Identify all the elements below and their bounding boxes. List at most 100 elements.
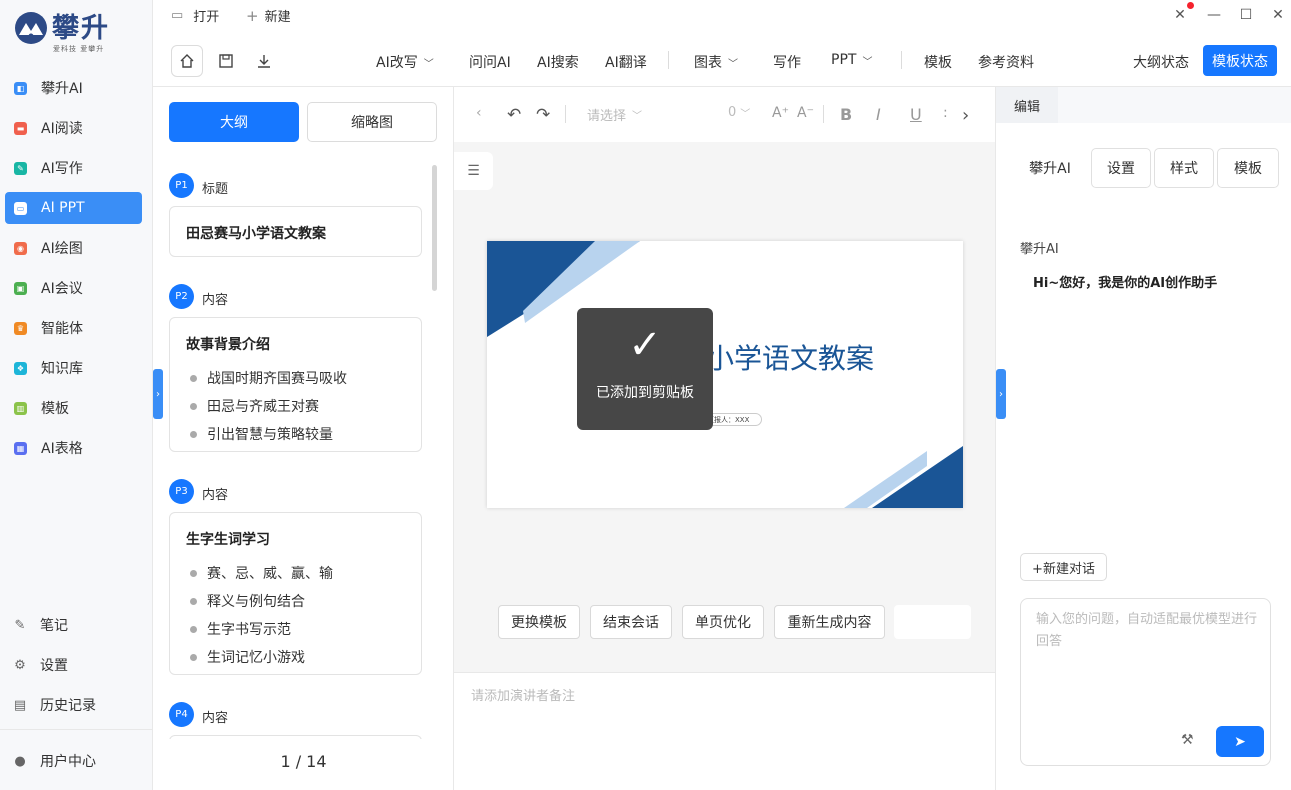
- scroll-left-button[interactable]: ‹: [476, 105, 482, 121]
- tab-template[interactable]: 模板: [1217, 148, 1279, 188]
- collapse-left-handle[interactable]: ›: [153, 369, 163, 419]
- sidebar-item-label: 历史记录: [40, 698, 96, 714]
- sidebar-item-label: AI会议: [41, 281, 83, 297]
- regenerate-button[interactable]: 重新生成内容: [774, 605, 885, 639]
- slide-canvas[interactable]: 小学语文教案 汇报人：XXX: [487, 241, 963, 508]
- toast-text: 已添加到剪贴板: [596, 385, 694, 401]
- redo-button[interactable]: ↷: [536, 105, 550, 125]
- increase-font-button[interactable]: A⁺: [772, 105, 789, 121]
- collapse-right-handle[interactable]: ›: [996, 369, 1006, 419]
- sidebar-item-knowledge[interactable]: ❖ 知识库: [5, 352, 142, 384]
- menu-chart[interactable]: 图表 ﹀: [694, 52, 738, 72]
- new-button[interactable]: + 新建: [246, 6, 291, 26]
- sidebar-item-label: 智能体: [41, 321, 83, 337]
- outline-card[interactable]: 生字生词学习 赛、忌、威、赢、输 释义与例句结合 生字书写示范 生词记忆小游戏: [169, 512, 422, 675]
- outline-scrollbar[interactable]: [432, 165, 437, 291]
- optimize-page-button[interactable]: 单页优化: [682, 605, 764, 639]
- end-session-button[interactable]: 结束会话: [590, 605, 672, 639]
- sidebar-item-ai[interactable]: ◧ 攀升AI: [5, 72, 142, 104]
- sidebar-item-settings[interactable]: ⚙ 设置: [5, 649, 142, 681]
- scroll-right-button[interactable]: ›: [962, 105, 969, 126]
- toolbar-divider: [668, 51, 669, 69]
- check-icon: ✓: [628, 322, 662, 368]
- sidebar-item-history[interactable]: ▤ 历史记录: [5, 689, 142, 721]
- list-item: 生词记忆小游戏: [190, 647, 305, 667]
- chevron-right-icon: ›: [962, 105, 970, 126]
- menu-label: 问问AI: [469, 55, 511, 71]
- editor-area: ‹ ↶ ↷ 请选择 ﹀ 0 ﹀ A⁺ A⁻ B I U : › ☰ 小学语文教案 汇…: [454, 87, 995, 790]
- download-button[interactable]: [248, 45, 280, 77]
- menu-template[interactable]: 模板: [924, 52, 952, 72]
- sidebar-item-template[interactable]: ▥ 模板: [5, 392, 142, 424]
- clipboard-toast: ✓ 已添加到剪贴板: [577, 308, 713, 430]
- magic-wand-icon[interactable]: ⚒: [1181, 732, 1194, 748]
- sidebar-item-agent[interactable]: ♛ 智能体: [5, 312, 142, 344]
- outline-status-button[interactable]: 大纲状态: [1133, 52, 1189, 72]
- menu-references[interactable]: 参考资料: [978, 52, 1034, 72]
- plus-icon: +: [246, 6, 259, 25]
- template-status-button[interactable]: 模板状态: [1203, 45, 1277, 76]
- underline-icon: U: [910, 105, 922, 124]
- tab-outline[interactable]: 大纲: [169, 102, 299, 142]
- sidebar-item-paint[interactable]: ◉ AI绘图: [5, 232, 142, 264]
- slide-title[interactable]: 小学语文教案: [706, 337, 874, 377]
- meeting-icon: ▣: [14, 281, 27, 295]
- tab-style[interactable]: 样式: [1154, 148, 1214, 188]
- sidebar-item-table[interactable]: ▦ AI表格: [5, 432, 142, 464]
- font-select[interactable]: 请选择 ﹀: [587, 105, 642, 124]
- tab-strip: [1058, 87, 1291, 123]
- sidebar-item-write[interactable]: ✎ AI写作: [5, 152, 142, 184]
- maximize-icon[interactable]: ☐: [1236, 5, 1256, 25]
- open-button[interactable]: ▭ 打开: [171, 6, 219, 25]
- tab-settings[interactable]: 设置: [1091, 148, 1151, 188]
- italic-button[interactable]: I: [876, 105, 881, 124]
- decrease-font-button[interactable]: A⁻: [797, 105, 814, 121]
- close-icon[interactable]: ✕: [1268, 5, 1288, 25]
- bold-button[interactable]: B: [840, 105, 852, 124]
- bullet-dot: [190, 430, 197, 438]
- change-template-button[interactable]: 更换模板: [498, 605, 580, 639]
- sidebar-item-notes[interactable]: ✎ 笔记: [5, 609, 142, 641]
- download-ppt-button[interactable]: 下载PPT: [894, 605, 971, 639]
- redo-icon: ↷: [536, 105, 551, 125]
- outline-card[interactable]: 故事背景介绍 战国时期齐国赛马吸收 田忌与齐威王对赛 引出智慧与策略较量: [169, 317, 422, 452]
- sidebar-item-label: 设置: [40, 658, 68, 674]
- font-increase-icon: A⁺: [772, 105, 789, 121]
- send-button[interactable]: ➤: [1216, 726, 1264, 757]
- undo-button[interactable]: ↶: [507, 105, 521, 125]
- tab-edit[interactable]: 编辑: [996, 87, 1058, 123]
- tab-ai[interactable]: 攀升AI: [1012, 148, 1088, 188]
- user-center-button[interactable]: ● 用户中心: [5, 745, 142, 777]
- more-format-button[interactable]: :: [943, 105, 948, 121]
- page-type-label: 标题: [202, 182, 229, 197]
- outline-toggle-button[interactable]: ☰: [454, 152, 493, 190]
- list-icon: ☰: [467, 163, 480, 179]
- menu-ask-ai[interactable]: 问问AI: [469, 52, 511, 72]
- more-icon: :: [943, 105, 948, 121]
- menu-ppt[interactable]: PPT ﹀: [831, 52, 872, 68]
- minimize-icon[interactable]: —: [1204, 5, 1224, 25]
- tools-icon[interactable]: ✕: [1170, 5, 1190, 25]
- menu-ai-translate[interactable]: AI翻译: [605, 52, 647, 72]
- menu-ai-rewrite[interactable]: AI改写 ﹀: [376, 52, 434, 72]
- download-icon: [258, 55, 270, 68]
- font-select-placeholder: 请选择: [587, 109, 627, 124]
- menu-ai-search[interactable]: AI搜索: [537, 52, 579, 72]
- save-button[interactable]: [210, 45, 242, 77]
- underline-button[interactable]: U: [910, 105, 922, 124]
- speaker-notes[interactable]: 请添加演讲者备注: [454, 672, 995, 790]
- sidebar-item-meeting[interactable]: ▣ AI会议: [5, 272, 142, 304]
- outline-card[interactable]: 田忌赛马小学语文教案: [169, 206, 422, 257]
- sidebar-item-ppt[interactable]: ▭ AI PPT: [5, 192, 142, 224]
- outline-panel: 大纲 缩略图 P1 标题 田忌赛马小学语文教案 P2 内容 故事背景介绍 战国时…: [153, 87, 454, 790]
- home-button[interactable]: [171, 45, 203, 77]
- menu-write[interactable]: 写作: [773, 52, 801, 72]
- sidebar-item-read[interactable]: ▬ AI阅读: [5, 112, 142, 144]
- chat-input[interactable]: 输入您的问题，自动适配最优模型进行回答 ⚒ ➤: [1020, 598, 1271, 766]
- new-chat-button[interactable]: +新建对话: [1020, 553, 1107, 581]
- bullet-text: 赛、忌、威、赢、输: [207, 566, 333, 582]
- sidebar-item-label: AI PPT: [41, 200, 85, 216]
- tab-thumbnail[interactable]: 缩略图: [307, 102, 437, 142]
- right-panel: 编辑 攀升AI 设置 样式 模板 攀升AI Hi~您好，我是你的AI创作助手 +…: [995, 87, 1291, 790]
- font-size-select[interactable]: 0 ﹀: [728, 105, 750, 120]
